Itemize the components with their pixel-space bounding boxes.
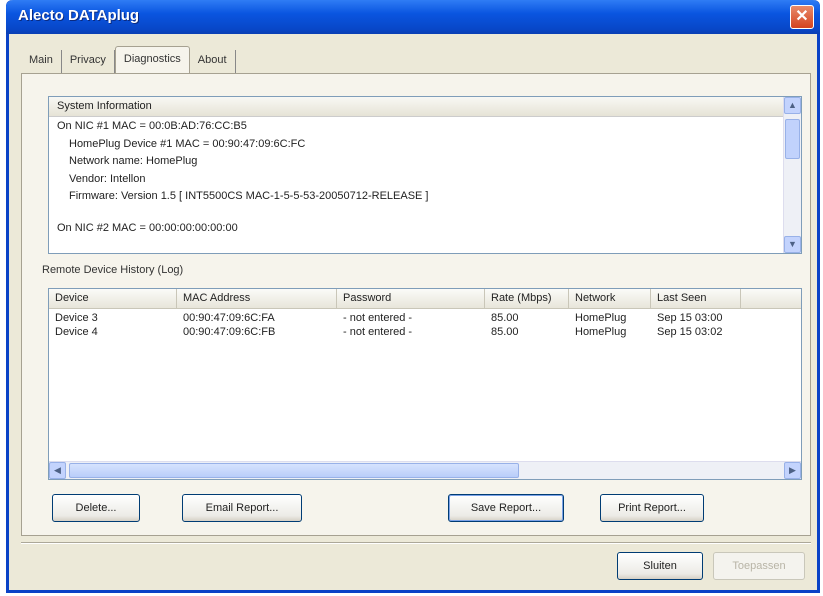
close-icon[interactable]: ✕ (790, 5, 814, 29)
col-device[interactable]: Device (49, 289, 177, 308)
tab-main[interactable]: Main (21, 50, 62, 74)
horizontal-scroll-thumb[interactable] (69, 463, 519, 478)
vendor-line: Vendor: Intellon (69, 172, 146, 185)
cell-rate: 85.00 (491, 312, 519, 324)
cell-device: Device 4 (55, 326, 98, 338)
cell-mac: 00:90:47:09:6C:FA (183, 312, 275, 324)
system-info-box[interactable]: System Information On NIC #1 MAC = 00:0B… (48, 96, 802, 254)
cell-network: HomePlug (575, 312, 627, 324)
cell-device: Device 3 (55, 312, 98, 324)
device-mac-line: HomePlug Device #1 MAC = 00:90:47:09:6C:… (69, 137, 306, 150)
col-network[interactable]: Network (569, 289, 651, 308)
system-info-lines: On NIC #1 MAC = 00:0B:AD:76:CC:B5 HomePl… (49, 117, 801, 237)
tab-strip: Main Privacy Diagnostics About (21, 46, 236, 74)
cell-mac: 00:90:47:09:6C:FB (183, 326, 276, 338)
print-report-button[interactable]: Print Report... (600, 494, 704, 522)
scroll-right-icon[interactable]: ▶ (784, 462, 801, 479)
col-password[interactable]: Password (337, 289, 485, 308)
delete-button[interactable]: Delete... (52, 494, 140, 522)
table-row[interactable]: Device 3 00:90:47:09:6C:FA - not entered… (49, 311, 801, 325)
firmware-line: Firmware: Version 1.5 [ INT5500CS MAC-1-… (69, 190, 429, 202)
nic2-line: On NIC #2 MAC = 00:00:00:00:00:00 (57, 221, 238, 234)
cell-password: - not entered - (343, 312, 413, 324)
system-info-scrollbar[interactable]: ▲ ▼ (783, 97, 801, 253)
network-name-line: Network name: HomePlug (69, 155, 198, 167)
scroll-up-icon[interactable]: ▲ (784, 97, 801, 114)
scroll-left-icon[interactable]: ◀ (49, 462, 66, 479)
log-rows: Device 3 00:90:47:09:6C:FA - not entered… (49, 309, 801, 339)
tab-diagnostics[interactable]: Diagnostics (114, 46, 190, 74)
remote-log-label: Remote Device History (Log) (42, 264, 184, 276)
dialog-window: Alecto DATAplug ✕ Main Privacy Diagnosti… (6, 0, 820, 593)
footer-divider (21, 542, 811, 544)
save-report-button[interactable]: Save Report... (448, 494, 564, 522)
log-horizontal-scrollbar[interactable]: ◀ ▶ (49, 461, 801, 479)
cell-rate: 85.00 (491, 326, 519, 338)
cell-password: - not entered - (343, 326, 413, 338)
col-rate[interactable]: Rate (Mbps) (485, 289, 569, 308)
remote-log-list[interactable]: Device MAC Address Password Rate (Mbps) … (48, 288, 802, 480)
tab-about[interactable]: About (190, 50, 236, 74)
diagnostics-panel: System Information On NIC #1 MAC = 00:0B… (21, 73, 811, 536)
cell-last-seen: Sep 15 03:02 (657, 326, 723, 338)
window-title: Alecto DATAplug (18, 7, 140, 24)
cell-last-seen: Sep 15 03:00 (657, 312, 723, 324)
apply-button[interactable]: Toepassen (713, 552, 805, 580)
title-bar[interactable]: Alecto DATAplug ✕ (6, 0, 820, 34)
log-column-headers: Device MAC Address Password Rate (Mbps) … (49, 289, 801, 309)
cell-network: HomePlug (575, 326, 627, 338)
scroll-down-icon[interactable]: ▼ (784, 236, 801, 253)
email-report-button[interactable]: Email Report... (182, 494, 302, 522)
col-mac-address[interactable]: MAC Address (177, 289, 337, 308)
col-last-seen[interactable]: Last Seen (651, 289, 741, 308)
scroll-thumb[interactable] (785, 119, 800, 159)
tab-privacy[interactable]: Privacy (62, 50, 115, 74)
system-info-header: System Information (49, 97, 783, 117)
close-button[interactable]: Sluiten (617, 552, 703, 580)
nic1-line: On NIC #1 MAC = 00:0B:AD:76:CC:B5 (57, 120, 247, 132)
table-row[interactable]: Device 4 00:90:47:09:6C:FB - not entered… (49, 325, 801, 339)
